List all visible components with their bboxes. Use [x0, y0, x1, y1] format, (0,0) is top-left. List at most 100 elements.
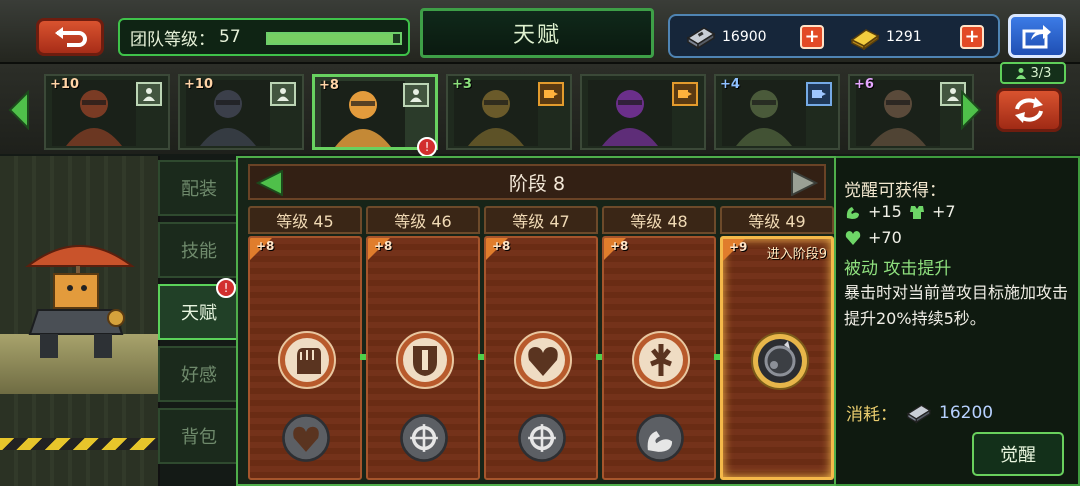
vehicle-role-icon — [672, 82, 698, 106]
gold-amount: 1291 — [886, 29, 922, 45]
top-bar: 团队等级： 57 天赋 16900 + 1291 + — [0, 0, 1080, 64]
talent-panel: 阶段 8 等级 45 +8 等级 46 +8 等级 47 +8 等级 48 +8 等级 49 +9… — [236, 156, 836, 486]
chips-amount: 16900 — [722, 29, 767, 45]
hero-card-5[interactable] — [580, 74, 706, 150]
talent-node-card[interactable]: +8 — [366, 236, 480, 480]
robot-role-icon — [806, 82, 832, 106]
team-count-badge: 3/3 — [1000, 62, 1066, 84]
chips-currency: 16900 — [684, 22, 767, 52]
level-header: 等级 45 — [248, 206, 362, 234]
add-chips-button[interactable]: + — [800, 25, 824, 49]
talent-node-card[interactable]: +8 — [248, 236, 362, 480]
chip-icon — [906, 404, 932, 423]
awaken-cost: 消耗： 16200 — [846, 400, 993, 426]
card-plus-level: +8 — [374, 239, 393, 253]
stage-prev-arrow-icon[interactable] — [256, 170, 284, 196]
talent-column-4: 等级 48 +8 — [602, 206, 716, 480]
swap-team-button[interactable] — [996, 88, 1062, 132]
shield-icon — [396, 331, 454, 389]
heart-icon — [282, 414, 330, 462]
tab-backpack[interactable]: 背包 — [158, 408, 238, 464]
stat-armor: +7 — [908, 202, 956, 221]
hero-card-4[interactable]: +3 — [446, 74, 572, 150]
level-header: 等级 48 — [602, 206, 716, 234]
flex-arm-icon — [846, 206, 859, 219]
alert-badge-icon: ! — [417, 137, 437, 157]
gear-orb-icon — [751, 332, 809, 390]
team-xp-fill — [268, 34, 394, 43]
team-level-label: 团队等级： — [130, 29, 215, 50]
hero-card-1[interactable]: +10 — [44, 74, 170, 150]
hero-level: +10 — [50, 77, 79, 92]
awaken-info-panel: 觉醒可获得： +15 +7 +70 被动 攻击提升 暴击时对当前普攻目标施加攻击… — [836, 156, 1080, 486]
hero-level: +4 — [720, 77, 740, 92]
skill-name: 被动 攻击提升 — [844, 259, 952, 279]
stat-hp-value: +70 — [868, 228, 902, 247]
cat-mech-hero-sprite — [25, 245, 135, 358]
gold-currency: 1291 — [848, 22, 922, 52]
hero-scene — [0, 156, 160, 486]
person-role-icon — [136, 82, 162, 106]
return-arrow-icon — [55, 27, 87, 47]
back-button[interactable] — [36, 18, 104, 56]
talent-column-1: 等级 45 +8 — [248, 206, 362, 480]
hero-level: +8 — [319, 78, 339, 93]
hero-card-2[interactable]: +10 — [178, 74, 304, 150]
level-header: 等级 49 — [720, 206, 834, 234]
fist-icon — [278, 331, 336, 389]
add-gold-button[interactable]: + — [960, 25, 984, 49]
card-plus-level: +8 — [492, 239, 511, 253]
team-xp-bar — [266, 32, 402, 45]
stat-attack: +15 — [844, 202, 902, 221]
swap-icon — [1015, 97, 1043, 123]
currency-panel: 16900 + 1291 + — [668, 14, 1000, 58]
cost-label: 消耗： — [846, 405, 897, 425]
team-level-value: 57 — [219, 27, 241, 47]
hero-card-6[interactable]: +4 — [714, 74, 840, 150]
hero-card-3[interactable]: +8! — [312, 74, 438, 157]
hero-level: +10 — [184, 77, 213, 92]
tab-skills[interactable]: 技能 — [158, 222, 238, 278]
talent-node-card[interactable]: +9 进入阶段9 — [720, 236, 834, 480]
stage-label: 阶段 8 — [508, 172, 566, 195]
crosshair-icon — [518, 414, 566, 462]
flex-arm-icon — [636, 414, 684, 462]
card-plus-level: +9 — [729, 240, 748, 254]
level-header: 等级 47 — [484, 206, 598, 234]
hero-level: +3 — [452, 77, 472, 92]
hero-strip: +10 +10 +8! +3 +4 +6 — [0, 64, 1080, 157]
alert-badge-icon: ! — [216, 278, 236, 298]
talent-column-2: 等级 46 +8 — [366, 206, 480, 480]
strip-left-arrow-icon[interactable] — [6, 90, 32, 130]
burst-icon — [632, 331, 690, 389]
card-plus-level: +8 — [610, 239, 629, 253]
scene-hazard-stripe — [0, 438, 158, 450]
tab-loadout[interactable]: 配装 — [158, 160, 238, 216]
awaken-rewards-title: 觉醒可获得： — [844, 181, 946, 201]
awaken-button[interactable]: 觉醒 — [972, 432, 1064, 476]
person-role-icon — [403, 83, 429, 107]
stage-bar: 阶段 8 — [248, 164, 826, 200]
level-header: 等级 46 — [366, 206, 480, 234]
heart-icon — [845, 230, 861, 245]
stage-next-arrow-icon[interactable] — [790, 170, 818, 196]
gold-bar-icon — [850, 29, 880, 50]
hero-card-7[interactable]: +6 — [848, 74, 974, 150]
tab-affinity[interactable]: 好感 — [158, 346, 238, 402]
tab-talent[interactable]: 天赋! — [158, 278, 238, 340]
chip-icon — [686, 27, 716, 50]
vehicle-role-icon — [538, 82, 564, 106]
talent-node-card[interactable]: +8 — [484, 236, 598, 480]
talent-column-5: 等级 49 +9 进入阶段9 — [720, 206, 834, 480]
talent-node-card[interactable]: +8 — [602, 236, 716, 480]
strip-right-arrow-icon[interactable] — [958, 90, 984, 130]
hero-level: +6 — [854, 77, 874, 92]
person-icon — [1015, 68, 1026, 79]
armor-icon — [910, 205, 924, 219]
team-level-panel: 团队等级： 57 — [118, 18, 410, 56]
share-icon — [1022, 25, 1051, 49]
purple-mech-creature-portrait — [588, 80, 672, 146]
crosshair-icon — [400, 414, 448, 462]
stat-attack-value: +15 — [868, 202, 902, 221]
share-button[interactable] — [1008, 14, 1066, 58]
